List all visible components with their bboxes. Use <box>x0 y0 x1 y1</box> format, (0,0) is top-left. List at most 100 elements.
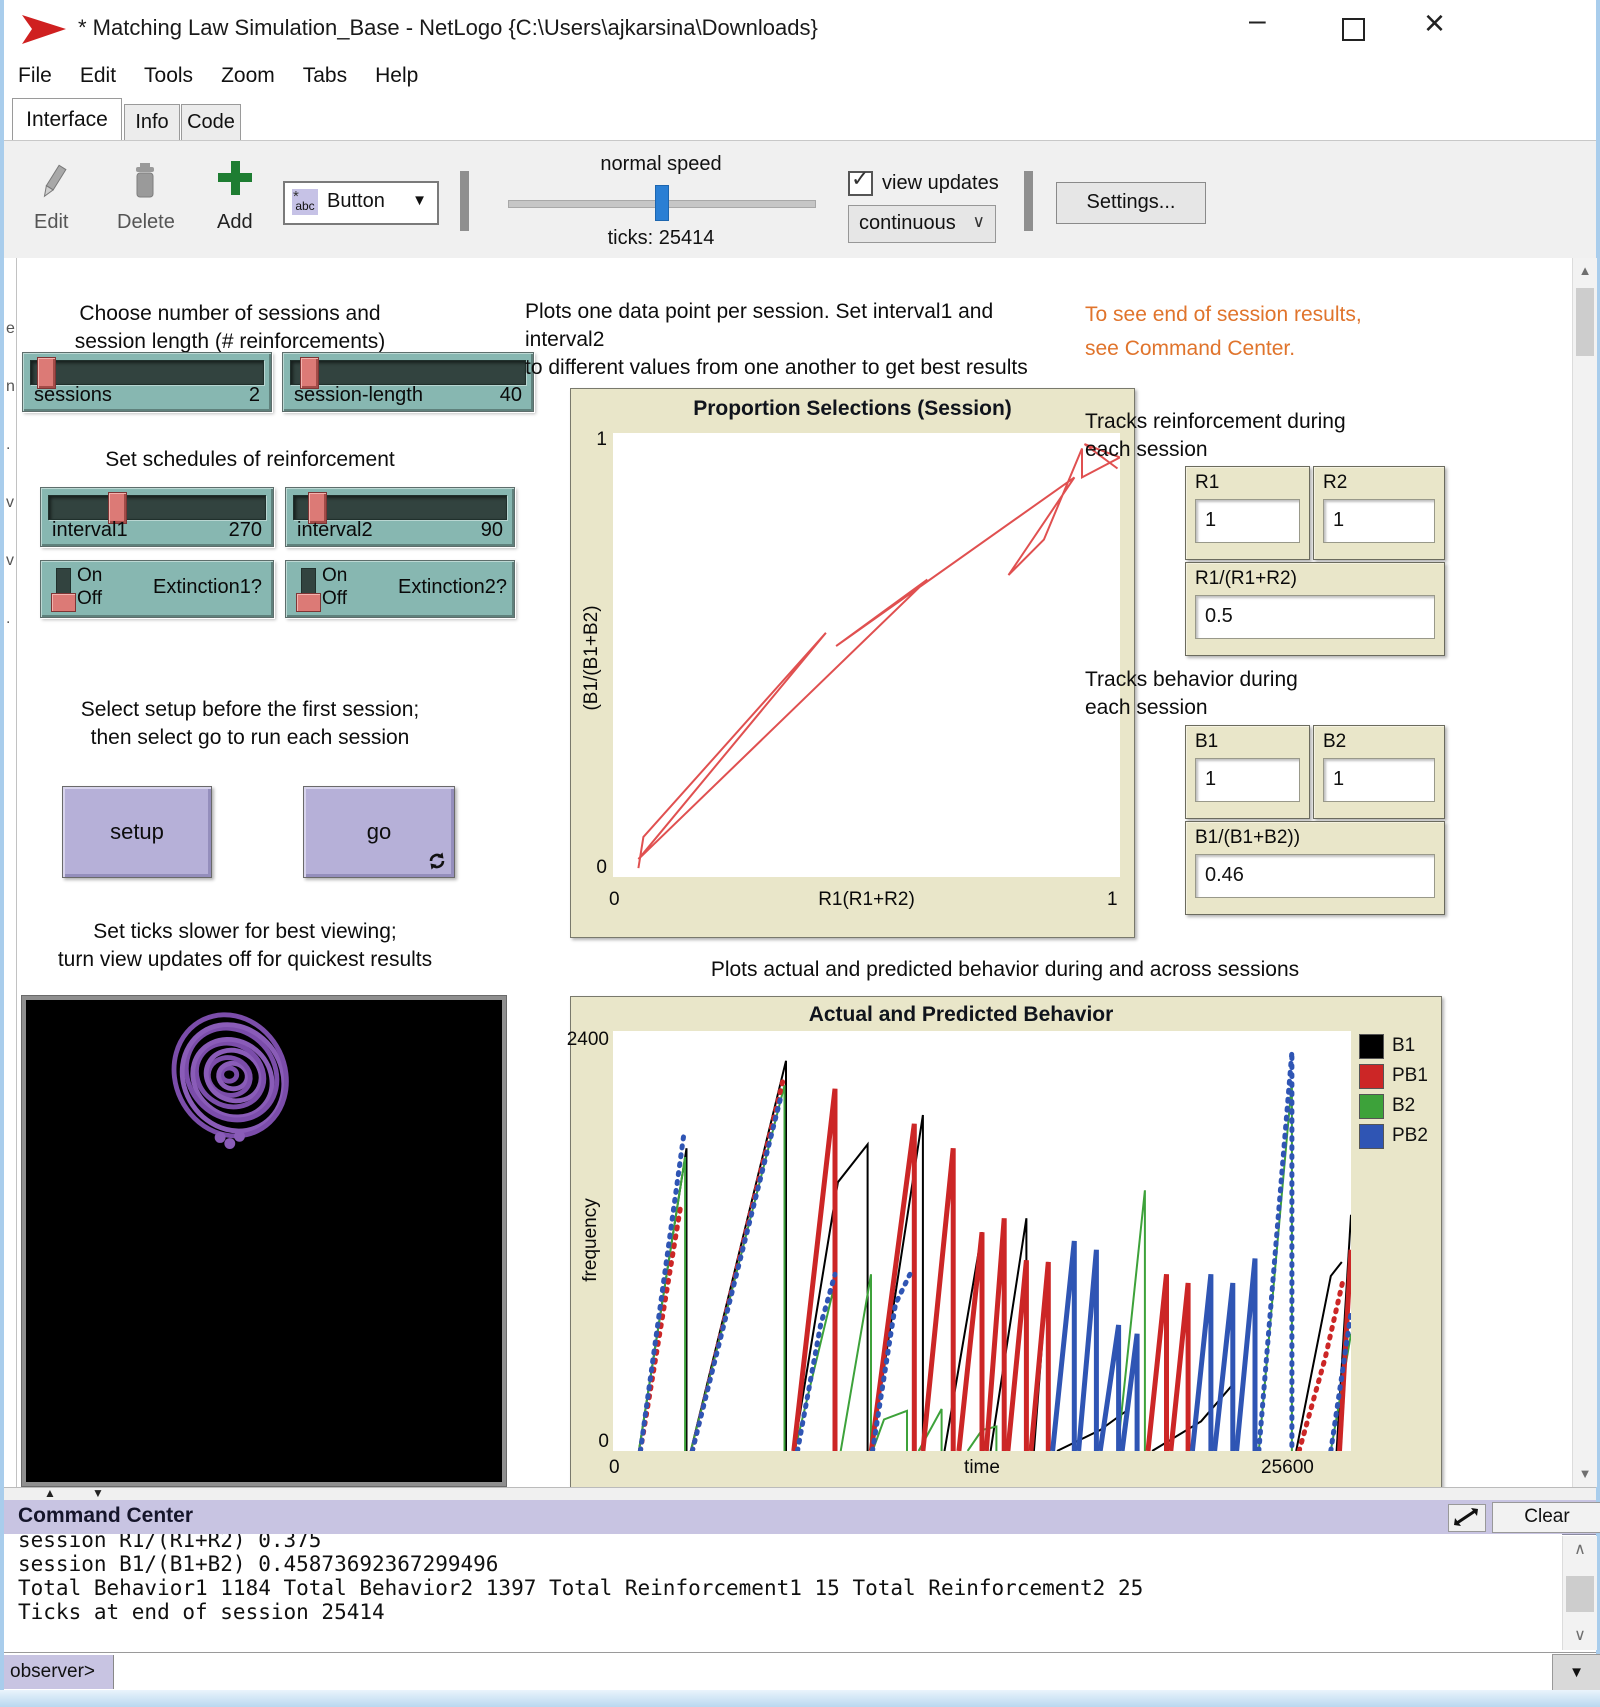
legend-swatch <box>1359 1034 1384 1059</box>
command-center-output: session R1/(R1+R2) 0.375 session B1/(B1+… <box>4 1534 1562 1652</box>
chevron-down-icon: ∨ <box>973 212 985 232</box>
legend-item-pb1: PB1 <box>1359 1061 1428 1091</box>
plot-legend: B1PB1B2PB2 <box>1359 1031 1428 1151</box>
command-center-header: Command Center Clear <box>4 1500 1596 1535</box>
y-tick-max: 2400 <box>553 1029 609 1051</box>
slider-session-length[interactable]: session-length40 <box>282 352 534 412</box>
clipped-letter: . <box>6 436 10 454</box>
tab-code[interactable]: Code <box>181 104 241 141</box>
add-button[interactable]: Add <box>217 211 253 234</box>
menu-bar: File Edit Tools Zoom Tabs Help <box>4 56 1596 96</box>
scroll-up-icon[interactable]: ▲ <box>1573 258 1597 284</box>
slider-track[interactable] <box>290 360 526 385</box>
clipped-letter: . <box>6 610 10 628</box>
command-center-title: Command Center <box>18 1504 193 1528</box>
expand-icon[interactable] <box>1448 1504 1486 1532</box>
close-icon[interactable]: × <box>1424 8 1445 38</box>
history-dropdown-icon[interactable]: ▼ <box>1552 1654 1600 1692</box>
menu-item-edit[interactable]: Edit <box>80 64 116 88</box>
widget-type-dropdown[interactable]: *abc Button ▼ <box>283 181 439 225</box>
menu-item-help[interactable]: Help <box>375 64 418 88</box>
window-frame-bottom <box>0 1690 1600 1707</box>
x-tick-max: 25600 <box>1261 1457 1314 1479</box>
clipped-letter: v <box>6 494 14 512</box>
world-view <box>22 996 506 1486</box>
view-updates-checkbox[interactable]: ✓ <box>848 171 873 196</box>
switch-extinction2[interactable]: OnOff Extinction2? <box>285 560 515 618</box>
instruction-plot2: Plots actual and predicted behavior duri… <box>570 956 1440 984</box>
switch-handle[interactable] <box>296 593 321 612</box>
slider-track[interactable] <box>48 495 266 520</box>
legend-swatch <box>1359 1094 1384 1119</box>
tab-info[interactable]: Info <box>124 104 180 141</box>
speed-slider-handle[interactable] <box>655 185 669 221</box>
setup-button[interactable]: setup <box>62 786 212 878</box>
add-plus-icon <box>216 159 254 197</box>
behavior-caption-label: Tracks behavior during each session <box>1085 666 1425 722</box>
menu-item-tabs[interactable]: Tabs <box>303 64 347 88</box>
check-icon: ✓ <box>851 166 869 192</box>
command-input[interactable] <box>116 1655 1548 1689</box>
scroll-down-icon[interactable]: ▼ <box>1573 1461 1597 1487</box>
reinforcement-caption: Tracks reinforcement during each session <box>1085 408 1425 464</box>
switch-extinction1[interactable]: OnOff Extinction1? <box>40 560 274 618</box>
slider-track[interactable] <box>30 360 264 385</box>
minimize-icon[interactable]: – <box>1249 6 1266 36</box>
instruction-sessions: Choose number of sessions andsession len… <box>20 300 440 356</box>
command-output-scrollbar[interactable]: ∧ ∨ <box>1562 1536 1597 1650</box>
scroll-down-icon[interactable]: ∨ <box>1563 1624 1597 1648</box>
resize-down-icon[interactable]: ▼ <box>92 1486 104 1500</box>
monitor-value: 1 <box>1323 758 1435 802</box>
x-axis-label: R1(R1+R2) <box>613 889 1120 911</box>
instruction-schedules: Set schedules of reinforcement <box>30 446 470 474</box>
resize-up-icon[interactable]: ▲ <box>44 1486 56 1500</box>
proportion-plot: Proportion Selections (Session) 1 0 (B1/… <box>570 388 1135 938</box>
switch-handle[interactable] <box>51 593 76 612</box>
switch-groove <box>301 568 316 610</box>
tab-interface[interactable]: Interface <box>12 98 122 141</box>
go-button[interactable]: go <box>303 786 455 878</box>
slider-track[interactable] <box>293 495 507 520</box>
monitor-r1: R1 1 <box>1185 466 1310 560</box>
instruction-plot1: Plots one data point per session. Set in… <box>525 298 1045 382</box>
observer-row: observer> ▼ <box>4 1652 1596 1691</box>
monitor-value: 1 <box>1323 499 1435 543</box>
chevron-down-icon: ▼ <box>412 192 427 209</box>
menu-item-tools[interactable]: Tools <box>144 64 193 88</box>
slider-sessions[interactable]: sessions2 <box>22 352 272 412</box>
plot-area <box>613 433 1120 877</box>
monitor-value: 0.46 <box>1195 854 1435 898</box>
behavior-plot: Actual and Predicted Behavior 2400 0 fre… <box>570 996 1442 1488</box>
command-center-note: To see end of session results,see Comman… <box>1085 298 1425 366</box>
clipped-letter: e <box>6 320 15 338</box>
edit-button[interactable]: Edit <box>34 211 68 234</box>
scroll-up-icon[interactable]: ∧ <box>1563 1538 1597 1562</box>
slider-interval1[interactable]: interval1270 <box>40 487 274 547</box>
plot-area <box>613 1031 1351 1451</box>
delete-button[interactable]: Delete <box>117 211 175 234</box>
title-bar: * Matching Law Simulation_Base - NetLogo… <box>4 0 1596 56</box>
settings-button[interactable]: Settings... <box>1056 182 1206 224</box>
y-tick-max: 1 <box>589 429 607 451</box>
update-mode-dropdown[interactable]: continuous ∨ <box>848 205 996 243</box>
monitor-r2: R2 1 <box>1313 466 1445 560</box>
toolbar-separator <box>460 171 469 231</box>
slider-interval2[interactable]: interval290 <box>285 487 515 547</box>
menu-item-zoom[interactable]: Zoom <box>221 64 275 88</box>
toolbar-separator <box>1024 171 1033 231</box>
monitor-b1-ratio: B1/(B1+B2)) 0.46 <box>1185 821 1445 915</box>
menu-item-file[interactable]: File <box>18 64 52 88</box>
view-updates-label: view updates <box>882 172 999 195</box>
edit-pencil-icon[interactable] <box>40 161 68 205</box>
clear-button[interactable]: Clear <box>1492 1502 1600 1533</box>
monitor-b2: B2 1 <box>1313 725 1445 819</box>
maximize-icon[interactable] <box>1342 18 1365 41</box>
observer-prompt: observer> <box>4 1655 114 1689</box>
y-axis-label: (B1/(B1+B2) <box>581 603 603 713</box>
scrollbar-thumb[interactable] <box>1566 1576 1594 1612</box>
legend-swatch <box>1359 1124 1384 1149</box>
main-scrollbar[interactable]: ▲ ▼ <box>1572 258 1597 1487</box>
monitor-r1-ratio: R1/(R1+R2) 0.5 <box>1185 562 1445 656</box>
scrollbar-thumb[interactable] <box>1576 288 1594 356</box>
x-tick-max: 1 <box>1107 889 1118 911</box>
